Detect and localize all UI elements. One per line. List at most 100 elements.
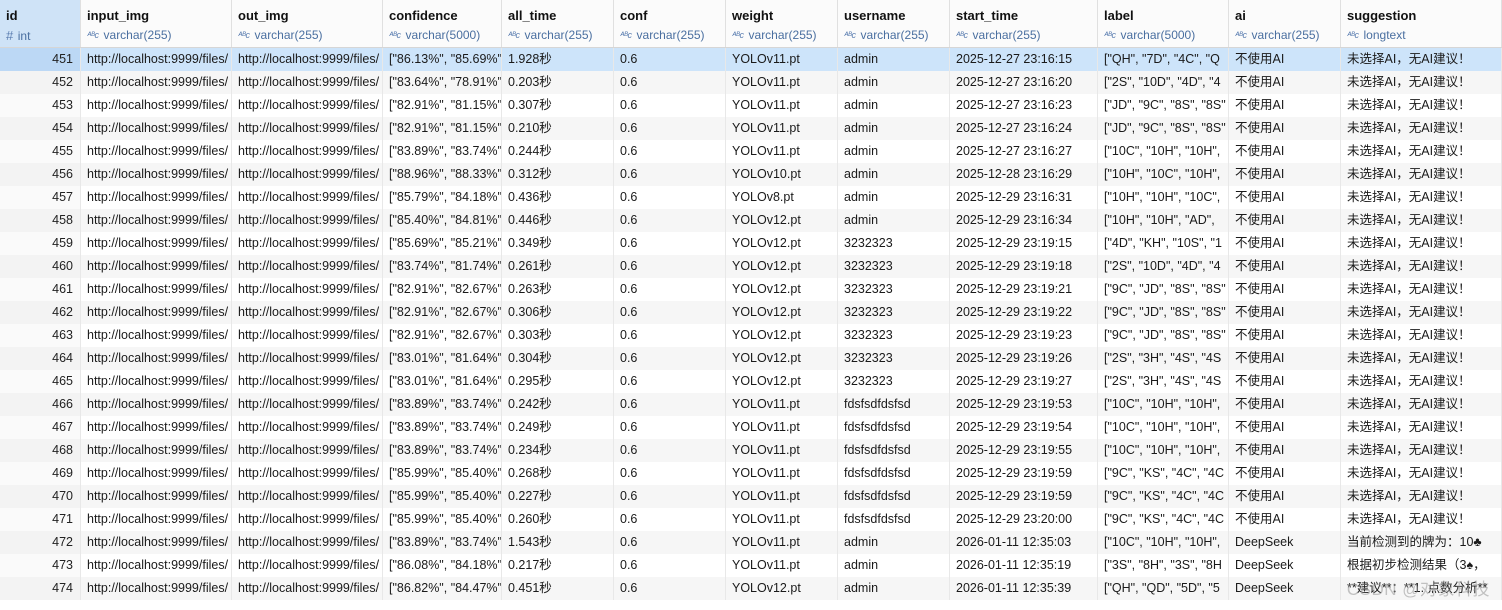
cell-confidence[interactable]: ["86.08%", "84.18%": [383, 554, 502, 577]
cell-all-time[interactable]: 0.234秒: [502, 439, 614, 462]
cell-out-img[interactable]: http://localhost:9999/files/: [232, 347, 383, 370]
cell-all-time[interactable]: 0.244秒: [502, 140, 614, 163]
column-header-ai[interactable]: ai ᴬᴮc varchar(255): [1229, 0, 1341, 47]
table-row[interactable]: 467 http://localhost:9999/files/http://lo…: [0, 416, 1502, 439]
cell-out-img[interactable]: http://localhost:9999/files/: [232, 117, 383, 140]
table-row[interactable]: 464 http://localhost:9999/files/http://lo…: [0, 347, 1502, 370]
cell-id[interactable]: 467: [0, 416, 81, 439]
cell-username[interactable]: 3232323: [838, 347, 950, 370]
cell-out-img[interactable]: http://localhost:9999/files/: [232, 255, 383, 278]
cell-confidence[interactable]: ["82.91%", "82.67%": [383, 324, 502, 347]
cell-out-img[interactable]: http://localhost:9999/files/: [232, 48, 383, 71]
cell-confidence[interactable]: ["83.89%", "83.74%": [383, 531, 502, 554]
cell-username[interactable]: 3232323: [838, 324, 950, 347]
cell-username[interactable]: 3232323: [838, 232, 950, 255]
cell-label[interactable]: ["QH", "7D", "4C", "Q: [1098, 48, 1229, 71]
cell-weight[interactable]: YOLOv11.pt: [726, 462, 838, 485]
table-row[interactable]: 470 http://localhost:9999/files/http://lo…: [0, 485, 1502, 508]
cell-start-time[interactable]: 2025-12-29 23:19:55: [950, 439, 1098, 462]
cell-username[interactable]: 3232323: [838, 278, 950, 301]
column-header-id[interactable]: id # int: [0, 0, 81, 47]
cell-label[interactable]: ["4D", "KH", "10S", "1: [1098, 232, 1229, 255]
cell-out-img[interactable]: http://localhost:9999/files/: [232, 508, 383, 531]
cell-id[interactable]: 472: [0, 531, 81, 554]
cell-id[interactable]: 452: [0, 71, 81, 94]
cell-conf[interactable]: 0.6: [614, 508, 726, 531]
cell-confidence[interactable]: ["83.64%", "78.91%": [383, 71, 502, 94]
cell-username[interactable]: fdsfsdfdsfsd: [838, 485, 950, 508]
cell-weight[interactable]: YOLOv8.pt: [726, 186, 838, 209]
column-header-start-time[interactable]: start_time ᴬᴮc varchar(255): [950, 0, 1098, 47]
cell-start-time[interactable]: 2025-12-27 23:16:20: [950, 71, 1098, 94]
table-row[interactable]: 458 http://localhost:9999/files/http://lo…: [0, 209, 1502, 232]
cell-username[interactable]: fdsfsdfdsfsd: [838, 393, 950, 416]
cell-start-time[interactable]: 2025-12-29 23:19:59: [950, 485, 1098, 508]
cell-ai[interactable]: 不使用AI: [1229, 140, 1341, 163]
cell-conf[interactable]: 0.6: [614, 209, 726, 232]
cell-confidence[interactable]: ["83.74%", "81.74%": [383, 255, 502, 278]
cell-id[interactable]: 474: [0, 577, 81, 600]
cell-conf[interactable]: 0.6: [614, 48, 726, 71]
cell-all-time[interactable]: 0.260秒: [502, 508, 614, 531]
cell-input-img[interactable]: http://localhost:9999/files/: [81, 117, 232, 140]
table-row[interactable]: 461 http://localhost:9999/files/http://lo…: [0, 278, 1502, 301]
cell-ai[interactable]: 不使用AI: [1229, 71, 1341, 94]
cell-out-img[interactable]: http://localhost:9999/files/: [232, 485, 383, 508]
cell-ai[interactable]: 不使用AI: [1229, 324, 1341, 347]
cell-suggestion[interactable]: 未选择AI，无AI建议！: [1341, 140, 1502, 163]
cell-out-img[interactable]: http://localhost:9999/files/: [232, 94, 383, 117]
cell-weight[interactable]: YOLOv11.pt: [726, 48, 838, 71]
cell-weight[interactable]: YOLOv12.pt: [726, 232, 838, 255]
table-row[interactable]: 452 http://localhost:9999/files/http://lo…: [0, 71, 1502, 94]
cell-confidence[interactable]: ["83.89%", "83.74%": [383, 416, 502, 439]
cell-start-time[interactable]: 2025-12-29 23:19:21: [950, 278, 1098, 301]
cell-input-img[interactable]: http://localhost:9999/files/: [81, 278, 232, 301]
cell-all-time[interactable]: 0.295秒: [502, 370, 614, 393]
cell-confidence[interactable]: ["85.99%", "85.40%": [383, 508, 502, 531]
cell-username[interactable]: admin: [838, 554, 950, 577]
cell-label[interactable]: ["9C", "JD", "8S", "8S": [1098, 301, 1229, 324]
cell-input-img[interactable]: http://localhost:9999/files/: [81, 301, 232, 324]
cell-ai[interactable]: DeepSeek: [1229, 531, 1341, 554]
cell-all-time[interactable]: 0.303秒: [502, 324, 614, 347]
column-header-all-time[interactable]: all_time ᴬᴮc varchar(255): [502, 0, 614, 47]
cell-username[interactable]: admin: [838, 94, 950, 117]
cell-all-time[interactable]: 0.217秒: [502, 554, 614, 577]
cell-suggestion[interactable]: 未选择AI，无AI建议！: [1341, 163, 1502, 186]
cell-id[interactable]: 462: [0, 301, 81, 324]
cell-confidence[interactable]: ["82.91%", "81.15%": [383, 94, 502, 117]
cell-suggestion[interactable]: 未选择AI，无AI建议！: [1341, 347, 1502, 370]
cell-start-time[interactable]: 2025-12-27 23:16:24: [950, 117, 1098, 140]
column-header-weight[interactable]: weight ᴬᴮc varchar(255): [726, 0, 838, 47]
cell-suggestion[interactable]: 未选择AI，无AI建议！: [1341, 416, 1502, 439]
cell-all-time[interactable]: 0.210秒: [502, 117, 614, 140]
cell-input-img[interactable]: http://localhost:9999/files/: [81, 232, 232, 255]
cell-input-img[interactable]: http://localhost:9999/files/: [81, 416, 232, 439]
cell-weight[interactable]: YOLOv12.pt: [726, 577, 838, 600]
cell-label[interactable]: ["2S", "3H", "4S", "4S: [1098, 347, 1229, 370]
cell-start-time[interactable]: 2025-12-29 23:19:54: [950, 416, 1098, 439]
cell-suggestion[interactable]: 未选择AI，无AI建议！: [1341, 48, 1502, 71]
cell-ai[interactable]: DeepSeek: [1229, 577, 1341, 600]
cell-label[interactable]: ["10H", "10H", "AD",: [1098, 209, 1229, 232]
cell-label[interactable]: ["10C", "10H", "10H",: [1098, 531, 1229, 554]
cell-start-time[interactable]: 2025-12-29 23:19:26: [950, 347, 1098, 370]
cell-id[interactable]: 453: [0, 94, 81, 117]
table-row[interactable]: 471 http://localhost:9999/files/http://lo…: [0, 508, 1502, 531]
cell-username[interactable]: fdsfsdfdsfsd: [838, 508, 950, 531]
cell-username[interactable]: admin: [838, 71, 950, 94]
cell-conf[interactable]: 0.6: [614, 347, 726, 370]
cell-weight[interactable]: YOLOv11.pt: [726, 393, 838, 416]
cell-ai[interactable]: 不使用AI: [1229, 301, 1341, 324]
cell-all-time[interactable]: 1.543秒: [502, 531, 614, 554]
cell-all-time[interactable]: 0.249秒: [502, 416, 614, 439]
cell-suggestion[interactable]: **建议**：**1. 点数分析**: [1341, 577, 1502, 600]
cell-all-time[interactable]: 0.242秒: [502, 393, 614, 416]
cell-confidence[interactable]: ["83.01%", "81.64%": [383, 370, 502, 393]
cell-input-img[interactable]: http://localhost:9999/files/: [81, 370, 232, 393]
cell-all-time[interactable]: 0.349秒: [502, 232, 614, 255]
cell-username[interactable]: admin: [838, 163, 950, 186]
table-row[interactable]: 451 http://localhost:9999/files/http://lo…: [0, 48, 1502, 71]
cell-suggestion[interactable]: 未选择AI，无AI建议！: [1341, 186, 1502, 209]
table-row[interactable]: 454 http://localhost:9999/files/http://lo…: [0, 117, 1502, 140]
